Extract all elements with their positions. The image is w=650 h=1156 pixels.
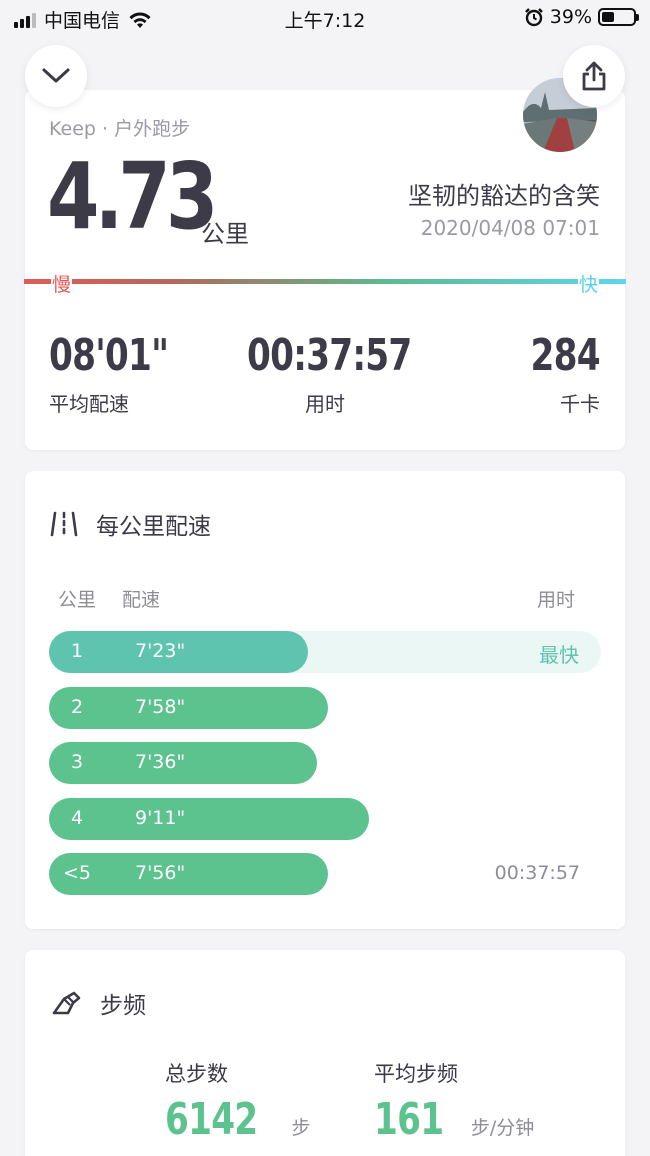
cadence-card: 步频 总步数 6142 步 平均步频 161 步/分钟: [25, 950, 625, 1156]
battery-percent: 39%: [549, 6, 592, 28]
pace-row[interactable]: <5 7'56" 00:37:57: [49, 853, 601, 895]
fastest-badge: 最快: [539, 643, 579, 667]
column-header-pace: 配速: [122, 589, 161, 611]
pace-card-header: 每公里配速: [50, 507, 211, 541]
row-km: 2: [70, 695, 84, 718]
pace-row[interactable]: 1 7'23" 最快: [49, 631, 601, 673]
pace-card-title: 每公里配速: [96, 514, 211, 540]
stat-duration: 00:37:57 用时: [225, 330, 425, 417]
status-right: 39%: [524, 6, 639, 28]
row-km: 3: [70, 751, 84, 773]
pace-row[interactable]: 4 9'11": [49, 797, 601, 840]
activity-source: Keep · 户外跑步: [49, 118, 191, 140]
avg-cadence-unit: 步/分钟: [470, 1117, 535, 1139]
row-km: <5: [62, 862, 91, 884]
column-header-km: 公里: [58, 589, 97, 611]
collapse-button[interactable]: [25, 45, 87, 107]
total-steps: 总步数 6142 步: [165, 1058, 310, 1144]
share-button[interactable]: [563, 45, 625, 107]
chevron-down-icon: [42, 68, 70, 83]
slow-label: 慢: [51, 270, 73, 297]
alarm-icon: [524, 8, 543, 27]
distance-value: 4.73: [47, 143, 218, 250]
battery-level: [602, 12, 614, 22]
pace-list: 1 7'23" 最快 2 7'58" 3 7'36" 4 9'11" <5 7'…: [49, 631, 601, 909]
row-pace: 9'11": [135, 806, 186, 829]
status-bar: 中国电信 上午7:12 39%: [0, 0, 650, 36]
total-steps-label: 总步数: [165, 1062, 228, 1086]
avg-cadence: 平均步频 161 步/分钟: [374, 1058, 534, 1144]
distance-unit: 公里: [201, 220, 249, 248]
stat-avg-pace: 08'01" 平均配速: [49, 330, 202, 417]
row-pace: 7'23": [135, 640, 186, 662]
share-icon: [582, 61, 606, 91]
row-total-time: 00:37:57: [494, 862, 580, 884]
avg-cadence-label: 平均步频: [374, 1062, 458, 1086]
row-pace: 7'56": [135, 862, 186, 884]
total-steps-unit: 步: [291, 1117, 311, 1139]
pace-row[interactable]: 3 7'36": [49, 742, 601, 784]
activity-datetime: 2020/04/08 07:01: [420, 216, 600, 240]
stat-value: 00:37:57: [247, 330, 412, 381]
username[interactable]: 坚韧的豁达的含笑: [408, 176, 600, 211]
column-header-time: 用时: [536, 589, 575, 611]
shoe-icon: [52, 991, 81, 1015]
total-steps-value: 6142: [165, 1094, 258, 1145]
pace-gradient-bar: [24, 279, 626, 284]
pace-card: 每公里配速 公里 配速 用时 1 7'23" 最快 2 7'58" 3 7'36…: [25, 471, 625, 929]
row-pace: 7'58": [135, 695, 186, 718]
summary-card: Keep · 户外跑步 4.73 公里 坚韧的豁达的含笑 2020/04/08 …: [24, 90, 626, 450]
stat-label: 千卡: [560, 392, 600, 416]
battery-icon: [598, 8, 639, 26]
cadence-card-header: 步频: [50, 986, 146, 1020]
stat-value: 08'01": [49, 330, 169, 381]
avg-cadence-value: 161: [374, 1094, 444, 1145]
stat-label: 用时: [305, 392, 345, 416]
row-pace: 7'36": [135, 751, 186, 773]
stat-label: 平均配速: [49, 392, 129, 416]
pace-row[interactable]: 2 7'58": [49, 686, 601, 729]
stat-calories: 284 千卡: [511, 330, 601, 417]
cadence-card-title: 步频: [100, 993, 146, 1019]
stat-value: 284: [530, 330, 601, 381]
row-km: 4: [70, 806, 84, 829]
row-km: 1: [70, 640, 84, 662]
fast-label: 快: [577, 270, 599, 297]
road-icon: [50, 511, 78, 537]
